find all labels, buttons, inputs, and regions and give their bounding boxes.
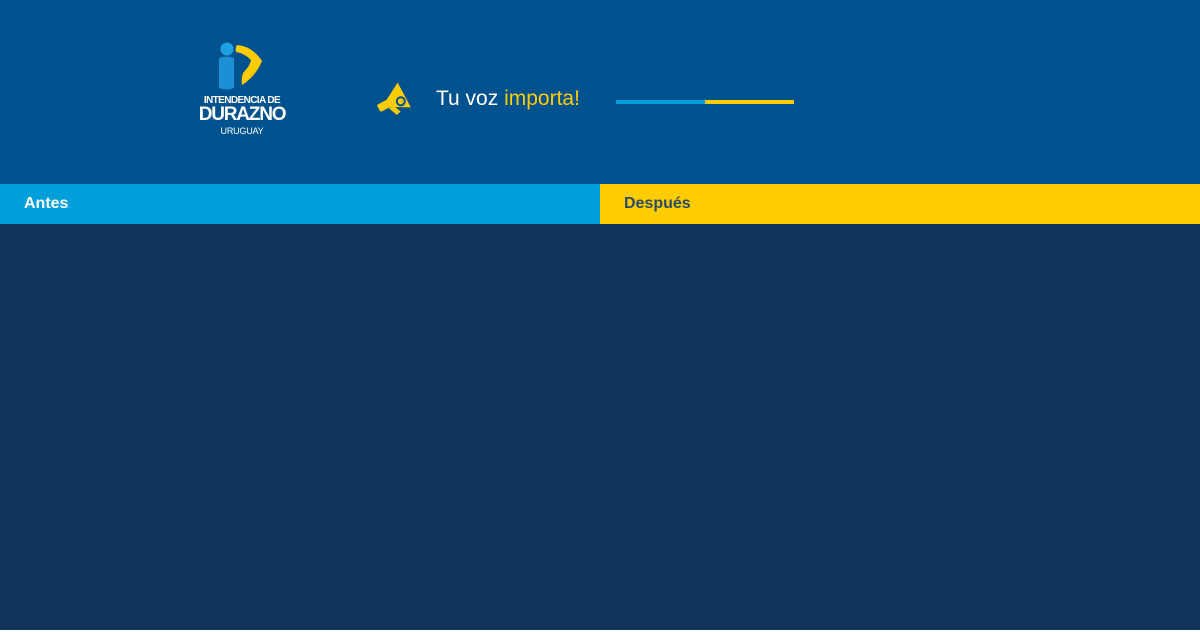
divider-blue-segment — [616, 100, 705, 104]
header: INTENDENCIA DE DURAZNO URUGUAY Tu voz im… — [0, 0, 1200, 184]
logo-text-line2: DURAZNO — [198, 104, 287, 125]
header-divider — [616, 100, 794, 104]
comparison-content-area — [0, 224, 1200, 630]
megaphone-icon — [377, 82, 411, 115]
divider-yellow-segment — [705, 100, 794, 104]
tab-despues[interactable]: Después — [600, 184, 1200, 224]
slogan-highlight: importa! — [504, 87, 580, 110]
slogan: Tu voz importa! — [436, 87, 580, 111]
intendencia-logo[interactable]: INTENDENCIA DE DURAZNO URUGUAY — [196, 38, 288, 140]
comparison-tabs: Antes Después — [0, 184, 1200, 224]
tab-antes[interactable]: Antes — [0, 184, 600, 224]
intendencia-logo-icon — [219, 42, 262, 90]
logo-text-line3: URUGUAY — [220, 126, 264, 136]
slogan-prefix: Tu voz — [436, 87, 505, 110]
